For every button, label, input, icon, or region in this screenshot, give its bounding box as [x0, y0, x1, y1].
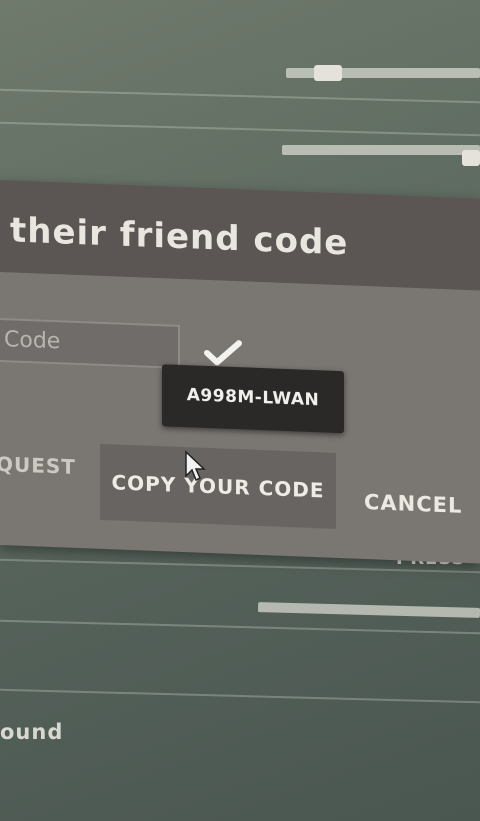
- friend-code-input[interactable]: Code: [0, 317, 180, 369]
- copy-your-code-button[interactable]: COPY YOUR CODE: [100, 443, 336, 529]
- check-icon[interactable]: [203, 338, 243, 368]
- divider-line: [0, 121, 480, 137]
- dialog-header: their friend code: [0, 180, 480, 291]
- divider-line: [0, 688, 480, 704]
- settings-slider-2[interactable]: [282, 145, 480, 155]
- cancel-button[interactable]: CANCEL: [364, 490, 462, 518]
- friend-code-tooltip: A998M-LWAN: [162, 364, 344, 434]
- slider-knob-1[interactable]: [314, 65, 342, 81]
- sound-label: ound: [0, 720, 64, 744]
- dialog-title: their friend code: [10, 210, 349, 264]
- divider-line: [0, 619, 480, 635]
- settings-slider-3[interactable]: [257, 602, 480, 618]
- divider-line: [0, 88, 480, 104]
- your-friend-code: A998M-LWAN: [186, 385, 320, 411]
- mouse-cursor-icon: [185, 450, 206, 482]
- copy-button-label: COPY YOUR CODE: [111, 470, 325, 503]
- send-request-button[interactable]: QUEST: [0, 452, 76, 479]
- add-friend-dialog: their friend code Code QUEST COPY YOUR C…: [0, 180, 480, 564]
- slider-knob-2[interactable]: [462, 150, 480, 166]
